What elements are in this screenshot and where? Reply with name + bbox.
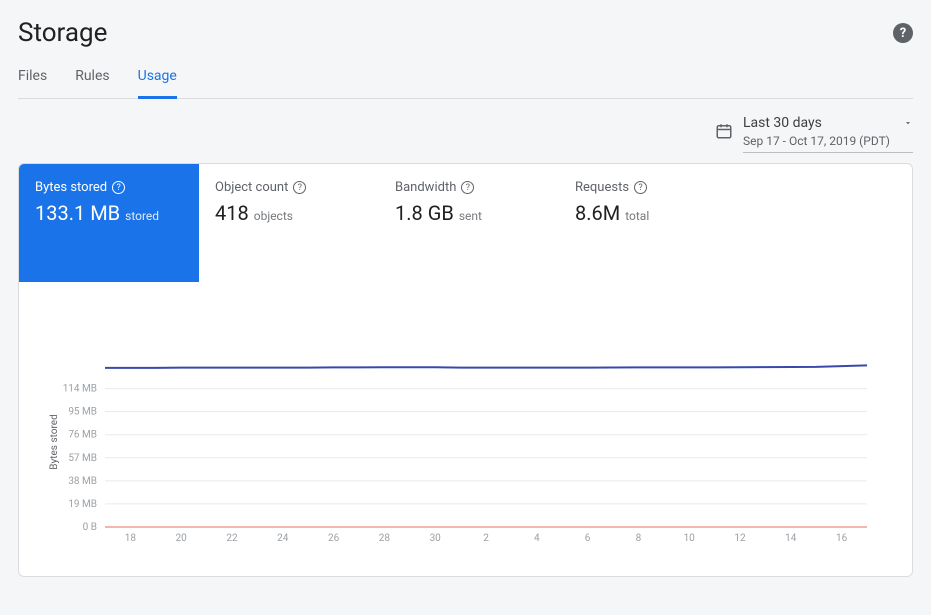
stat-value: 133.1 MB	[35, 201, 120, 225]
tab-files[interactable]: Files	[18, 68, 47, 99]
stat-title: Bytes stored	[35, 180, 107, 195]
stat-value: 418	[215, 201, 249, 225]
svg-text:19 MB: 19 MB	[68, 499, 97, 510]
svg-text:114 MB: 114 MB	[63, 384, 97, 395]
svg-text:76 MB: 76 MB	[68, 430, 97, 441]
usage-card: Bytes stored ? 133.1 MB stored Object co…	[18, 163, 913, 577]
stat-unit: total	[625, 209, 649, 223]
question-icon: ?	[461, 181, 474, 194]
chevron-down-icon	[903, 113, 913, 132]
question-icon: ?	[293, 181, 306, 194]
tab-rules[interactable]: Rules	[75, 68, 109, 99]
svg-text:22: 22	[226, 533, 238, 544]
svg-text:Bytes stored: Bytes stored	[49, 414, 60, 469]
stat-value: 8.6M	[575, 201, 620, 225]
date-range-sub: Sep 17 - Oct 17, 2019 (PDT)	[743, 134, 913, 148]
stat-requests[interactable]: Requests ? 8.6M total	[559, 164, 739, 282]
svg-text:0 B: 0 B	[83, 522, 97, 533]
svg-text:16: 16	[836, 533, 848, 544]
stat-value: 1.8 GB	[395, 201, 454, 225]
date-range-label: Last 30 days	[743, 115, 822, 131]
stat-bandwidth[interactable]: Bandwidth ? 1.8 GB sent	[379, 164, 559, 282]
question-icon: ?	[634, 181, 647, 194]
stat-unit: sent	[459, 209, 482, 223]
svg-text:2: 2	[483, 533, 489, 544]
stats-row: Bytes stored ? 133.1 MB stored Object co…	[19, 164, 912, 282]
stat-title: Object count	[215, 180, 288, 195]
tabs: Files Rules Usage	[18, 56, 913, 99]
svg-text:6: 6	[585, 533, 591, 544]
svg-text:12: 12	[734, 533, 746, 544]
svg-text:4: 4	[534, 533, 540, 544]
stat-title: Bandwidth	[395, 180, 456, 195]
date-range-picker[interactable]: Last 30 days Sep 17 - Oct 17, 2019 (PDT)	[715, 113, 913, 153]
stat-object-count[interactable]: Object count ? 418 objects	[199, 164, 379, 282]
chart-bytes-stored: 0 B 19 MB 38 MB 57 MB 76 MB 95 MB 114 MB Bytes …	[19, 282, 912, 576]
tab-usage[interactable]: Usage	[138, 68, 177, 99]
svg-text:20: 20	[176, 533, 188, 544]
question-icon: ?	[112, 181, 125, 194]
svg-text:95 MB: 95 MB	[68, 407, 97, 418]
svg-text:14: 14	[785, 533, 797, 544]
stat-unit: stored	[125, 209, 159, 223]
svg-text:8: 8	[636, 533, 642, 544]
page-title: Storage	[18, 18, 107, 48]
svg-text:10: 10	[684, 533, 696, 544]
svg-text:26: 26	[328, 533, 340, 544]
stat-bytes-stored[interactable]: Bytes stored ? 133.1 MB stored	[19, 164, 199, 282]
svg-text:28: 28	[379, 533, 391, 544]
help-icon[interactable]: ?	[893, 23, 913, 43]
svg-text:57 MB: 57 MB	[68, 453, 97, 464]
stat-title: Requests	[575, 180, 629, 195]
calendar-icon	[715, 122, 733, 144]
chart-svg: 0 B 19 MB 38 MB 57 MB 76 MB 95 MB 114 MB Bytes …	[27, 302, 877, 552]
svg-text:24: 24	[277, 533, 289, 544]
stat-unit: objects	[254, 209, 293, 223]
svg-text:18: 18	[125, 533, 137, 544]
svg-text:38 MB: 38 MB	[68, 476, 97, 487]
svg-text:30: 30	[430, 533, 442, 544]
